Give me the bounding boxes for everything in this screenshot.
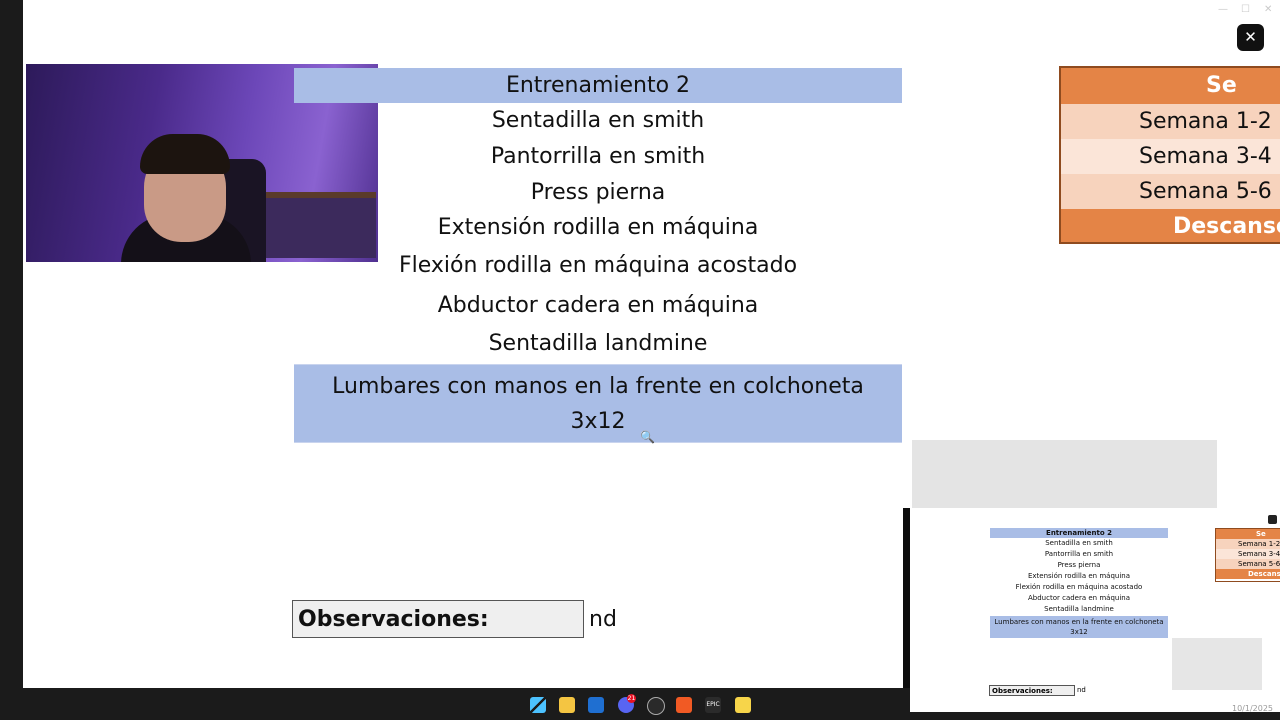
preview-canvas: Entrenamiento 2 Sentadilla en smith Pant… (910, 508, 1280, 712)
preview-exercise-row: Extensión rodilla en máquina (1027, 572, 1131, 580)
exercise-name: Lumbares con manos en la frente en colch… (332, 373, 864, 399)
preview-observations-label: Observaciones: (989, 685, 1075, 696)
week-row: Semana 3-4 (1061, 139, 1280, 174)
clock-app-icon[interactable] (647, 697, 665, 715)
exercise-row: Pantorrilla en smith (490, 144, 706, 169)
preview-exercise-row: Sentadilla en smith (1045, 539, 1113, 547)
preview-exercise-row: Press pierna (1057, 561, 1101, 569)
exercise-row: Sentadilla landmine (488, 331, 708, 356)
exercise-row-highlighted: Lumbares con manos en la frente en colch… (294, 364, 902, 443)
sticky-notes-icon[interactable] (735, 697, 751, 713)
screen-preview-thumbnail[interactable]: Entrenamiento 2 Sentadilla en smith Pant… (903, 508, 1280, 712)
exercise-row: Abductor cadera en máquina (437, 292, 759, 318)
exercise-sets: 3x12 (570, 408, 626, 434)
zoom-cursor-icon: 🔍 (640, 430, 655, 444)
taskbar-clock: 10/1/2025 (1232, 704, 1274, 713)
file-explorer-icon[interactable] (559, 697, 575, 713)
webcam-person-hair (140, 134, 230, 174)
weeks-footer: Descanso (1061, 209, 1280, 242)
preview-exercise-row-highlighted: Lumbares con manos en la frente en colch… (990, 616, 1168, 638)
observations-value: nd (589, 607, 617, 632)
workout-title: Entrenamiento 2 (294, 68, 902, 103)
exercise-row: Flexión rodilla en máquina acostado (398, 252, 798, 278)
preview-exercise-sets: 3x12 (1070, 628, 1088, 636)
preview-exercise-row: Flexión rodilla en máquina acostado (1015, 583, 1143, 591)
preview-week-row: Semana 3-4 (1216, 549, 1280, 559)
outlook-icon[interactable] (588, 697, 604, 713)
preview-faded-image (1172, 638, 1262, 690)
brave-browser-icon[interactable] (676, 697, 692, 713)
observations-label: Observaciones: (292, 600, 584, 638)
preview-exercise-row: Pantorrilla en smith (1044, 550, 1114, 558)
preview-observations-value: nd (1077, 686, 1086, 694)
maximize-icon[interactable]: ☐ (1241, 4, 1250, 15)
week-row: Semana 5-6 (1061, 174, 1280, 209)
preview-exercise-name: Lumbares con manos en la frente en colch… (994, 618, 1164, 626)
discord-notification-badge: 21 (627, 694, 636, 703)
exercise-row: Press pierna (530, 180, 666, 205)
minimize-icon[interactable]: — (1218, 4, 1228, 15)
preview-exercise-row: Abductor cadera en máquina (1028, 594, 1130, 602)
preview-week-row: Semana 1-2 (1216, 539, 1280, 549)
window-close-icon[interactable]: ✕ (1264, 4, 1272, 15)
preview-weeks-table: Se Semana 1-2 Semana 3-4 Semana 5-6 Desc… (1215, 528, 1280, 582)
preview-week-row: Semana 5-6 (1216, 559, 1280, 569)
preview-close-icon[interactable] (1268, 515, 1277, 524)
taskbar: EPIC (0, 688, 910, 720)
left-dark-strip (0, 0, 23, 720)
weeks-header: Se (1061, 68, 1280, 104)
overlay-close-button[interactable]: ✕ (1237, 24, 1264, 51)
weeks-table: Se Semana 1-2 Semana 3-4 Semana 5-6 Desc… (1059, 66, 1280, 244)
exercise-row: Extensión rodilla en máquina (437, 215, 759, 240)
preview-weeks-footer: Descanso (1216, 569, 1280, 579)
faded-image-placeholder (912, 440, 1217, 508)
week-row: Semana 1-2 (1061, 104, 1280, 139)
preview-exercise-row: Sentadilla landmine (1044, 605, 1114, 613)
preview-workout-table: Entrenamiento 2 Sentadilla en smith Pant… (990, 528, 1168, 638)
workout-table: Entrenamiento 2 Sentadilla en smith Pant… (294, 68, 902, 443)
exercise-row: Sentadilla en smith (491, 108, 705, 133)
preview-weeks-header: Se (1216, 529, 1280, 539)
windows-start-icon[interactable] (530, 697, 546, 713)
preview-workout-title: Entrenamiento 2 (990, 528, 1168, 538)
epic-games-icon[interactable]: EPIC (705, 697, 721, 713)
